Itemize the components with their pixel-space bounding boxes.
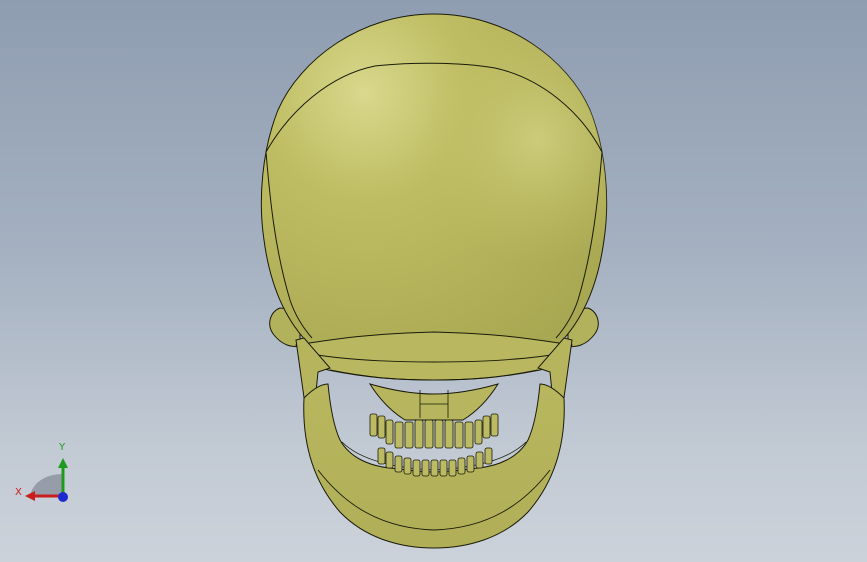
- z-axis-dot-icon: [58, 492, 68, 502]
- y-axis-label: Y: [59, 442, 66, 453]
- view-orientation-triad[interactable]: Y X: [10, 440, 80, 510]
- x-axis-label: X: [15, 487, 22, 498]
- graphics-viewport[interactable]: Y X: [0, 0, 867, 562]
- skull-model[interactable]: [0, 0, 867, 562]
- cranium-highlight: [261, 14, 607, 372]
- y-axis-arrow-icon: [58, 458, 68, 468]
- x-axis-arrow-icon: [25, 491, 35, 501]
- occipital-band: [295, 331, 573, 381]
- triad-graphic: [25, 458, 68, 502]
- maxilla: [368, 383, 500, 421]
